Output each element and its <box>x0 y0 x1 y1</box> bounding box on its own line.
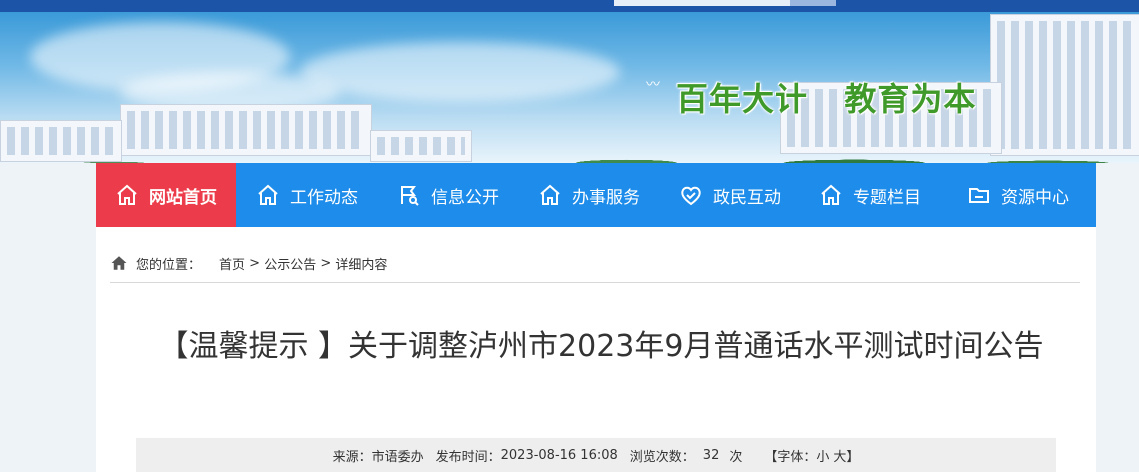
slogan: 百年大计 教育为本 <box>676 80 977 118</box>
views-label: 浏览次数： <box>629 449 695 465</box>
search-input[interactable] <box>614 0 790 6</box>
trees-image <box>0 123 1139 163</box>
nav-item-label: 专题栏目 <box>853 187 921 208</box>
bird-icon: 〰 <box>646 77 660 93</box>
article-meta: 来源： 市语委办 发布时间： 2023-08-16 16:08 浏览次数： 32… <box>136 438 1056 472</box>
nav-item-topics[interactable]: 专题栏目 <box>800 163 940 227</box>
nav-item-services[interactable]: 办事服务 <box>518 163 660 227</box>
nav-item-label: 政民互动 <box>713 187 781 208</box>
breadcrumb: 您的位置： 首页 > 公示公告 > 详细内容 <box>110 253 387 273</box>
article-title: 【温馨提示 】关于调整泸州市2023年9月普通话水平测试时间公告 <box>158 329 1044 364</box>
nav-item-label: 网站首页 <box>149 187 217 208</box>
views-unit: 次 <box>729 449 743 465</box>
divider <box>110 282 1080 283</box>
breadcrumb-section-link[interactable]: 公示公告 <box>264 254 316 273</box>
home-icon <box>258 184 278 205</box>
nav-item-interaction[interactable]: 政民互动 <box>660 163 800 227</box>
breadcrumb-current: 详细内容 <box>335 257 388 273</box>
breadcrumb-prefix: 您的位置： <box>136 257 202 273</box>
content-panel: 您的位置： 首页 > 公示公告 > 详细内容 【温馨提示 】关于调整泸州市202… <box>96 227 1096 472</box>
home-icon <box>117 184 137 205</box>
nav-item-label: 信息公开 <box>431 187 499 208</box>
font-size-label: 【字体： <box>764 449 817 465</box>
flag-search-icon <box>401 186 419 206</box>
nav-item-label: 资源中心 <box>1001 187 1069 208</box>
home-icon <box>540 184 560 205</box>
main-nav: 网站首页 工作动态 信息公开 办事服务 政民互动 专题栏目 资源中心 <box>96 163 1096 227</box>
top-bar <box>0 0 1139 12</box>
font-small-button[interactable]: 小 <box>816 446 829 465</box>
font-large-button[interactable]: 大 <box>833 446 846 465</box>
nav-item-home[interactable]: 网站首页 <box>96 163 236 227</box>
header-banner: 〰 百年大计 教育为本 <box>0 12 1139 163</box>
breadcrumb-home-link[interactable]: 首页 <box>219 254 245 273</box>
nav-item-work-news[interactable]: 工作动态 <box>236 163 378 227</box>
nav-item-info-disclosure[interactable]: 信息公开 <box>378 163 518 227</box>
font-size-close: 】 <box>846 449 860 465</box>
home-icon <box>111 256 127 270</box>
source-label: 来源： <box>332 449 372 465</box>
nav-item-label: 办事服务 <box>572 187 640 208</box>
heart-check-icon <box>681 186 701 206</box>
publish-time-label: 发布时间： <box>435 449 501 465</box>
search-button[interactable] <box>790 0 836 6</box>
nav-item-resources[interactable]: 资源中心 <box>940 163 1096 227</box>
folder-icon <box>969 188 989 203</box>
breadcrumb-separator: > <box>316 255 336 271</box>
source-value: 市语委办 <box>371 449 424 465</box>
home-icon <box>821 184 841 205</box>
publish-time-value: 2023-08-16 16:08 <box>500 447 618 463</box>
views-value: 32 <box>702 447 720 463</box>
nav-item-label: 工作动态 <box>290 187 358 208</box>
breadcrumb-separator: > <box>245 255 265 271</box>
